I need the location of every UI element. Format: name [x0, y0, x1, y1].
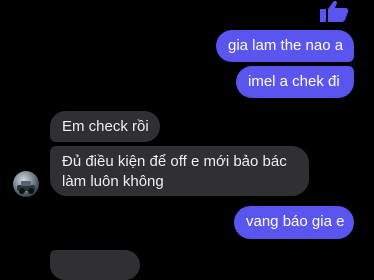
thumbs-up-icon[interactable] [318, 0, 350, 22]
avatar[interactable] [13, 171, 39, 197]
sent-message-bubble[interactable]: imel a chek đi [236, 66, 354, 98]
message-text: vang báo gia e [246, 213, 345, 230]
received-message-bubble[interactable] [50, 250, 140, 280]
message-text: Đủ điều kiện để off e mới bảo bác làm lu… [62, 153, 287, 190]
received-message-bubble[interactable]: Em check rồi [50, 111, 160, 142]
message-text: Em check rồi [62, 118, 149, 135]
message-text: imel a chek đi [248, 73, 340, 90]
message-thread: gia lam the nao a imel a chek đi Em chec… [0, 0, 374, 280]
sent-message-bubble[interactable]: vang báo gia e [234, 206, 354, 239]
message-text: gia lam the nao a [228, 37, 344, 54]
avatar-image [17, 181, 35, 194]
sent-message-bubble[interactable]: gia lam the nao a [216, 30, 354, 62]
received-message-bubble[interactable]: Đủ điều kiện để off e mới bảo bác làm lu… [50, 146, 309, 196]
